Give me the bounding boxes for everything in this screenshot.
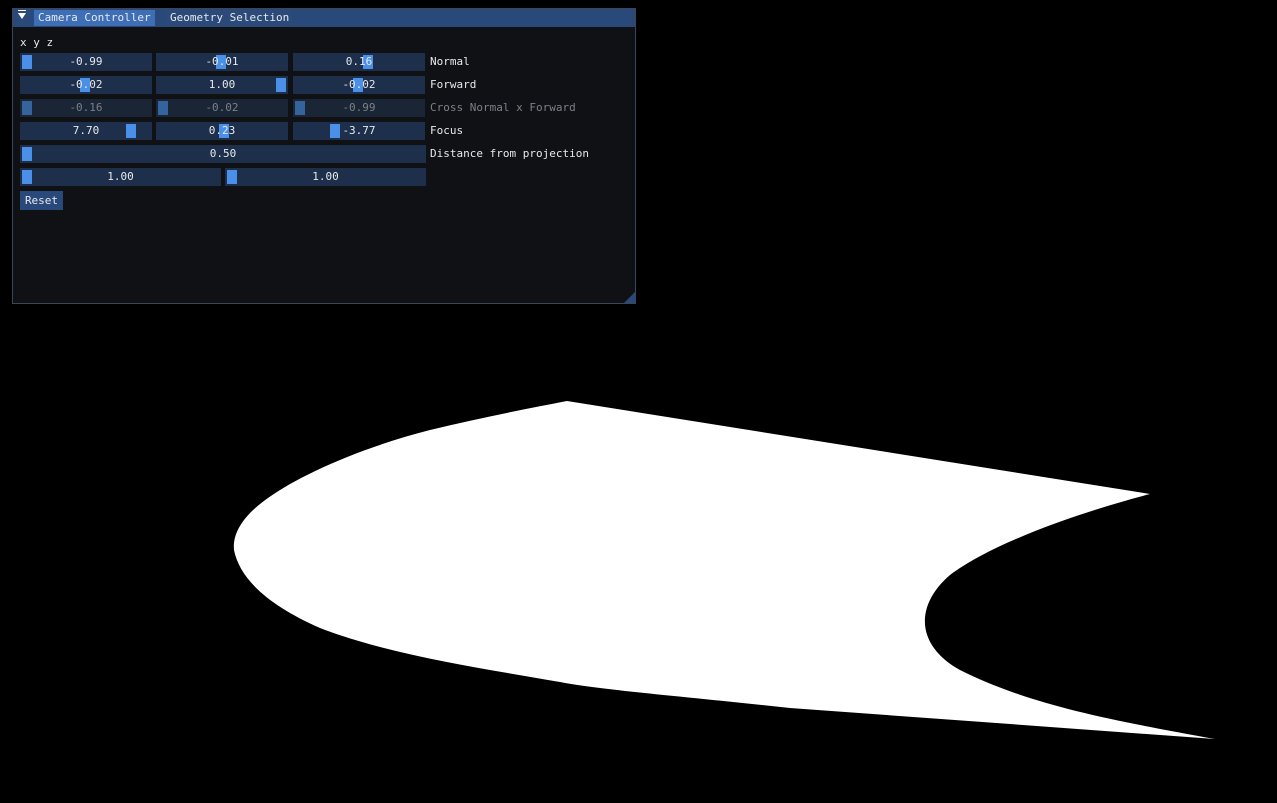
cross-normal-x-forward-z-slider: -0.99 [293, 99, 425, 117]
title-bar[interactable]: Camera Controller Geometry Selection [13, 9, 635, 27]
slider-value: -0.02 [69, 78, 103, 91]
forward-y-slider[interactable]: 1.00 [156, 76, 288, 94]
xyz-column-header: x y z [20, 36, 54, 49]
slider-value: 0.50 [209, 147, 237, 160]
slider-value: 0.16 [345, 55, 373, 68]
slider-value: 1.00 [208, 78, 236, 91]
slider-value: -0.99 [69, 55, 103, 68]
slider-value: 1.00 [107, 170, 134, 183]
triangle-down-icon[interactable] [18, 10, 26, 19]
reset-button[interactable]: Reset [20, 191, 63, 210]
forward-z-slider[interactable]: -0.02 [293, 76, 425, 94]
slider-value: -0.99 [342, 101, 376, 114]
slider-value: 1.00 [312, 170, 339, 183]
forward-label: Forward [430, 78, 477, 91]
slider-value: -3.77 [342, 124, 376, 137]
scale-second-slider[interactable]: 1.00 [225, 168, 426, 186]
focus-label: Focus [430, 124, 464, 137]
slider-value: 7.70 [72, 124, 100, 137]
focus-y-slider[interactable]: 0.23 [156, 122, 288, 140]
focus-z-slider[interactable]: -3.77 [293, 122, 425, 140]
slider-value: 0.23 [208, 124, 236, 137]
scale-first-slider[interactable]: 1.00 [20, 168, 221, 186]
slider-value: -0.02 [205, 101, 239, 114]
slider-value: -0.02 [342, 78, 376, 91]
camera-controller-window[interactable]: Camera Controller Geometry Selection x y… [12, 8, 636, 304]
distance-from-projection-slider[interactable]: 0.50 [20, 145, 426, 163]
distance-from-projection-label: Distance from projection [430, 147, 589, 160]
projected-surface [233, 401, 1215, 739]
slider-value: -0.16 [69, 101, 103, 114]
normal-label: Normal [430, 55, 470, 68]
focus-x-slider[interactable]: 7.70 [20, 122, 152, 140]
cross-normal-x-forward-y-slider: -0.02 [156, 99, 288, 117]
slider-value: -0.01 [205, 55, 239, 68]
normal-x-slider[interactable]: -0.99 [20, 53, 152, 71]
tab-camera-controller[interactable]: Camera Controller [34, 10, 155, 26]
tab-geometry-selection[interactable]: Geometry Selection [166, 10, 294, 26]
forward-x-slider[interactable]: -0.02 [20, 76, 152, 94]
resize-grip-icon[interactable] [624, 292, 635, 303]
cross-normal-x-forward-label: Cross Normal x Forward [430, 101, 576, 114]
normal-z-slider[interactable]: 0.16 [293, 53, 425, 71]
cross-normal-x-forward-x-slider: -0.16 [20, 99, 152, 117]
normal-y-slider[interactable]: -0.01 [156, 53, 288, 71]
